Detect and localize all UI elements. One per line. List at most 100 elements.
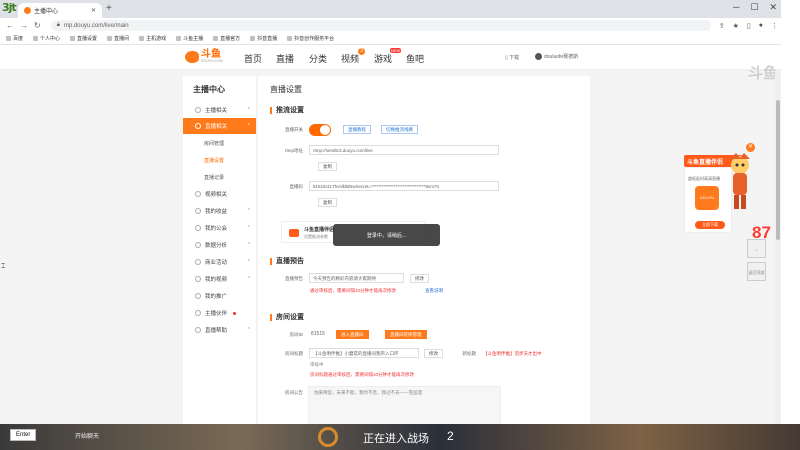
close-tab-icon[interactable]: ✕ — [91, 7, 96, 14]
username: douluofe赛德斯 — [544, 54, 579, 60]
nav-category[interactable]: 分类 — [309, 52, 327, 65]
forward-icon[interactable]: → — [20, 21, 28, 30]
sidebar-sub-live-record[interactable]: 直播记录 — [204, 174, 224, 181]
sidebar-sub-live-settings[interactable]: 直播设置 — [204, 157, 224, 164]
sidebar-item-anchor[interactable]: 主播相关 ^ — [183, 102, 256, 118]
bookmark-item[interactable]: 直播官方 — [213, 35, 240, 42]
sidebar-item-my-video[interactable]: 我的视频 ^ — [183, 271, 256, 287]
nav-home[interactable]: 首页 — [244, 52, 262, 65]
live-toggle[interactable] — [309, 124, 331, 136]
ad-subtitle: 超低延时高清直播 — [688, 176, 720, 181]
bookmark-item[interactable]: 百度 — [6, 35, 23, 42]
sidebar-item-business[interactable]: 商业活动 ^ — [183, 254, 256, 270]
video-icon — [195, 191, 201, 197]
switch-label: 直播开关 — [285, 127, 303, 132]
bookmark-item[interactable]: 直播设置 — [70, 35, 97, 42]
bookmark-icon — [213, 36, 219, 41]
reload-icon[interactable]: ↻ — [34, 21, 41, 30]
enter-key-button[interactable]: Enter — [10, 429, 37, 441]
copy-code-button[interactable]: 复制 — [318, 198, 337, 207]
new-title-label: 新标题 — [462, 351, 477, 356]
switch-stream-button[interactable]: 切换推流线路 — [381, 125, 418, 134]
helper-title: 斗鱼直播伴侣 — [304, 227, 335, 233]
bookmark-icon — [33, 36, 39, 41]
sidebar-item-income[interactable]: 我的收益 ^ — [183, 203, 256, 219]
close-window-icon[interactable]: ✕ — [769, 2, 777, 13]
bookmark-icon — [107, 36, 113, 41]
browser-tab[interactable]: 主播中心 ✕ — [18, 3, 102, 18]
sidebar-item-live[interactable]: 直播相关 ^ — [183, 118, 256, 134]
browser-window: 3jt 主播中心 ✕ + ─ ☐ ✕ ← → ↻ 🔒︎ mp.douyu.com… — [0, 0, 781, 424]
preview-field[interactable]: 今天预告的精彩内容请大家期待 — [309, 273, 404, 283]
download-link[interactable]: ▯ 下载 — [505, 54, 519, 61]
view-notes-link[interactable]: 查看说明 — [425, 288, 443, 294]
scrollbar-thumb[interactable] — [776, 100, 780, 240]
enter-room-button[interactable]: 进入直播间 — [336, 330, 369, 339]
fish-logo-icon — [185, 50, 199, 63]
profile-icon[interactable]: ● — [759, 22, 763, 29]
mouse-cursor-icon: ⌶ — [1, 263, 6, 270]
new-tab-icon[interactable]: + — [106, 3, 112, 14]
close-ad-icon[interactable]: ✕ — [746, 143, 755, 152]
menu-icon[interactable]: ⋮ — [771, 22, 778, 30]
business-icon — [195, 259, 201, 265]
sidebar-title: 主播中心 — [193, 85, 225, 94]
section-preview: 直播预告 — [270, 258, 304, 265]
preview-edit-button[interactable]: 修改 — [410, 274, 429, 283]
url-text: mp.douyu.com/live/main — [63, 22, 129, 29]
play-icon — [289, 229, 299, 237]
bookmarks-bar: 百度 个人中心 直播设置 直播间 主机游戏 斗鱼主播 直播官方 抖音直播 抖音创… — [0, 33, 781, 45]
tutorial-button[interactable]: 直播教程 — [343, 125, 371, 134]
home-float-button[interactable]: ⌂ — [747, 239, 766, 258]
sidebar-icon[interactable]: ▯ — [747, 22, 751, 30]
room-id-label: 房间ID — [289, 332, 304, 337]
sidebar-item-data[interactable]: 数据分析 ^ — [183, 237, 256, 253]
douyu-logo[interactable]: 斗鱼 DOUYU.COM — [185, 50, 223, 63]
chevron-icon: ^ — [247, 123, 250, 129]
nav-game[interactable]: 游戏 — [374, 52, 392, 65]
notice-textarea[interactable]: 怕来稀饭，未来不能，我时不急，我过不去——雪国漫 — [308, 386, 501, 424]
star-icon[interactable]: ★ — [733, 22, 739, 30]
room-title-field[interactable]: 【斗鱼明伴推】小蘑菇的直播间我带入口环 — [309, 348, 419, 358]
page-scrollbar[interactable] — [775, 70, 781, 424]
minimize-icon[interactable]: ─ — [733, 2, 739, 13]
user-icon — [195, 107, 201, 113]
sidebar-item-partner[interactable]: 主播伙伴 — [183, 305, 256, 321]
sidebar-sub-room[interactable]: 房间管理 — [204, 140, 224, 147]
room-title-label: 房间标题 — [285, 351, 303, 356]
nav-video[interactable]: 视频 — [341, 52, 359, 65]
bookmark-item[interactable]: 斗鱼主播 — [176, 35, 203, 42]
chevron-icon: ^ — [247, 208, 250, 214]
user-menu[interactable]: douluofe赛德斯 — [535, 53, 578, 60]
bookmark-item[interactable]: 抖音创作服务平台 — [287, 35, 334, 42]
bookmark-item[interactable]: 直播间 — [107, 35, 129, 42]
sidebar-item-help[interactable]: 直播帮助 ^ — [183, 322, 256, 338]
nav-live[interactable]: 直播 — [276, 52, 294, 65]
bookmark-item[interactable]: 主机游戏 — [139, 35, 166, 42]
sidebar-item-guild[interactable]: 我的公会 ^ — [183, 220, 256, 236]
bookmark-icon — [70, 36, 76, 41]
maximize-icon[interactable]: ☐ — [750, 2, 758, 13]
sidebar-item-video[interactable]: 视频相关 — [183, 186, 256, 202]
address-bar[interactable]: 🔒︎ mp.douyu.com/live/main — [50, 20, 711, 31]
notice-label: 房间公告 — [285, 390, 303, 395]
room-title-edit-button[interactable]: 修改 — [424, 349, 443, 358]
bookmark-item[interactable]: 抖音直播 — [250, 35, 277, 42]
stream-code-field[interactable]: 81515r41ThvslklBNwSecret=***************… — [309, 181, 499, 191]
back-icon[interactable]: ← — [6, 21, 14, 30]
site-header: 斗鱼 DOUYU.COM 首页 直播 分类 视频 3 游戏 NEW 鱼吧 ▯ 下… — [0, 46, 781, 70]
game-new-badge: NEW — [390, 48, 402, 53]
overlay-logo: 3jt — [2, 1, 17, 14]
nav-fishbar[interactable]: 鱼吧 — [406, 52, 424, 65]
helper-ad-popup[interactable]: ✕ 斗鱼直播伴侣 超低延时高清直播 DOUYU 立即下载 — [684, 143, 755, 235]
loading-swirl-icon — [318, 427, 338, 447]
share-icon[interactable]: ⇪ — [719, 22, 725, 30]
back-to-top-button[interactable]: 返回顶部 — [747, 262, 766, 281]
decor-manage-button[interactable]: 直播间装修管理 — [385, 330, 427, 339]
rtmp-field[interactable]: rtmp://sendtc3.douyu.com/live — [309, 145, 499, 155]
sidebar-item-promo[interactable]: 我的推广 — [183, 288, 256, 304]
ad-download-button[interactable]: 立即下载 — [695, 221, 725, 229]
bookmark-item[interactable]: 个人中心 — [33, 35, 60, 42]
income-icon — [195, 208, 201, 214]
copy-rtmp-button[interactable]: 复制 — [318, 162, 337, 171]
